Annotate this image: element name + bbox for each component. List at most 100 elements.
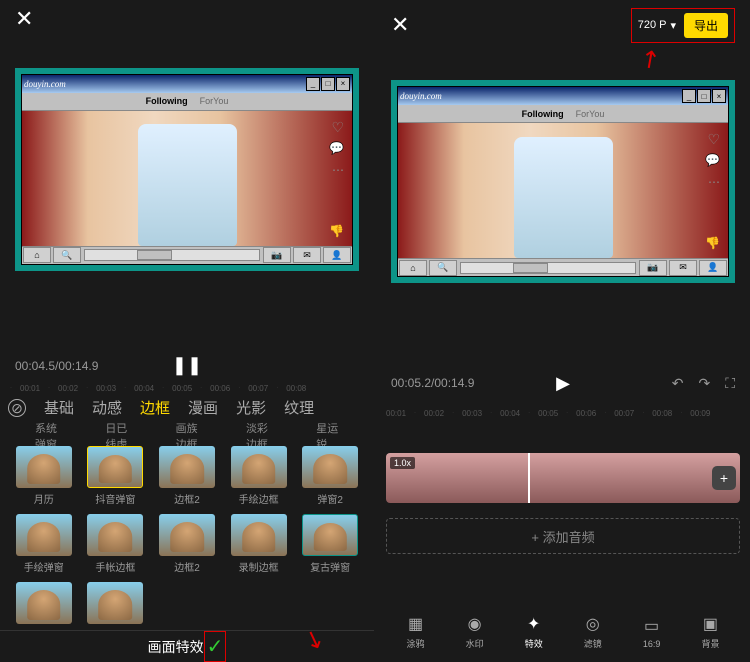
timeline-area: 1.0x + + 添加音频 bbox=[376, 423, 750, 602]
time-display: 00:05.2/00:14.9 bbox=[391, 376, 474, 390]
more-icon: ⋯ bbox=[332, 163, 344, 177]
confirm-button[interactable]: ✓ bbox=[207, 636, 224, 658]
pause-button[interactable]: ❚❚ bbox=[172, 355, 202, 376]
tab-border[interactable]: 边框 bbox=[140, 397, 170, 418]
tab-comic[interactable]: 漫画 bbox=[188, 397, 218, 418]
add-audio-button[interactable]: + 添加音频 bbox=[386, 518, 740, 554]
retro-title: douyin.com bbox=[24, 79, 66, 89]
effect-item[interactable]: 复古弹窗 bbox=[298, 514, 362, 574]
export-button[interactable]: 导出 bbox=[684, 13, 728, 38]
frame-thumb bbox=[583, 453, 622, 503]
frame-thumb bbox=[425, 453, 464, 503]
video-frame: ♡ 💬 ⋯ 👎 bbox=[398, 123, 728, 258]
scribble-icon: ▦ bbox=[408, 614, 423, 634]
frame-thumb bbox=[661, 453, 700, 503]
tab-following: Following bbox=[522, 109, 564, 119]
scroll-thumb bbox=[513, 263, 548, 273]
time-ruler[interactable]: 00:01· 00:02· 00:03· 00:04· 00:05· 00:06… bbox=[376, 403, 750, 423]
more-icon: ⋯ bbox=[708, 175, 720, 189]
effect-item[interactable]: 手绘弹窗 bbox=[12, 514, 76, 574]
droplet-icon: ◉ bbox=[468, 614, 482, 634]
tab-basic[interactable]: 基础 bbox=[44, 397, 74, 418]
tab-foryou: ForYou bbox=[576, 109, 605, 119]
thumbs-icon: 👎 bbox=[705, 236, 720, 250]
effect-item[interactable]: 月历 bbox=[12, 446, 76, 506]
ratio-icon: ▭ bbox=[644, 616, 659, 636]
thumbs-icon: 👎 bbox=[329, 224, 344, 238]
tool-background[interactable]: ▣背景 bbox=[701, 614, 719, 650]
effect-item[interactable] bbox=[12, 582, 76, 624]
fullscreen-button[interactable]: ⛶ bbox=[725, 375, 735, 392]
minimize-icon: _ bbox=[682, 89, 696, 103]
home-icon: ⌂ bbox=[23, 247, 51, 263]
retro-toolbar: ⌂ 🔍 📷 ✉ 👤 bbox=[22, 246, 352, 264]
left-screen: ✕ douyin.com _ □ × Following ForYou ♡ 💬 bbox=[0, 0, 374, 662]
video-preview[interactable]: douyin.com _ □ × Following ForYou ♡ 💬 ⋯ … bbox=[391, 80, 735, 283]
time-ruler[interactable]: ·00:01 ·00:02 ·00:03 ·00:04 ·00:05 ·00:0… bbox=[0, 381, 374, 396]
tab-light[interactable]: 光影 bbox=[236, 397, 266, 418]
annotation-arrow: ↗ bbox=[633, 42, 666, 77]
frame-thumb bbox=[622, 453, 661, 503]
minimize-icon: _ bbox=[306, 77, 320, 91]
filter-icon: ◎ bbox=[586, 614, 600, 634]
sparkle-icon: ✦ bbox=[527, 614, 540, 634]
section-title-bar: 画面特效 ✓ ↘ bbox=[0, 630, 374, 662]
tool-watermark[interactable]: ◉水印 bbox=[466, 614, 484, 650]
effect-item[interactable]: 手帐边框 bbox=[84, 514, 148, 574]
effect-item-selected[interactable]: 抖音弹窗 bbox=[84, 446, 148, 506]
playhead[interactable] bbox=[528, 453, 530, 503]
close-button[interactable]: ✕ bbox=[15, 6, 33, 32]
tab-dynamic[interactable]: 动感 bbox=[92, 397, 122, 418]
tool-effects[interactable]: ✦特效 bbox=[525, 614, 543, 650]
user-icon: 👤 bbox=[699, 260, 727, 276]
video-frame: ♡ 💬 ⋯ 👎 bbox=[22, 111, 352, 246]
retro-scrollbar bbox=[460, 262, 636, 274]
redo-button[interactable]: ↷ bbox=[698, 375, 710, 392]
mail-icon: ✉ bbox=[669, 260, 697, 276]
export-controls: 720 P▾ 导出 bbox=[631, 8, 735, 43]
close-button[interactable]: ✕ bbox=[391, 12, 409, 38]
video-cup bbox=[514, 137, 613, 259]
speed-badge: 1.0x bbox=[390, 457, 415, 469]
mail-icon: ✉ bbox=[293, 247, 321, 263]
window-buttons: _ □ × bbox=[682, 89, 726, 103]
retro-titlebar: douyin.com _ □ × bbox=[398, 87, 728, 105]
tool-bar: ▦涂鸦 ◉水印 ✦特效 ◎滤镜 ▭16:9 ▣背景 bbox=[376, 602, 750, 662]
play-controls: 00:04.5/00:14.9 ❚❚ bbox=[0, 351, 374, 381]
effect-item[interactable] bbox=[84, 582, 148, 624]
retro-tabs: Following ForYou bbox=[398, 105, 728, 123]
scroll-thumb bbox=[137, 250, 172, 260]
camera-icon: 📷 bbox=[263, 247, 291, 263]
search-icon: 🔍 bbox=[53, 247, 81, 263]
play-button[interactable]: ▶ bbox=[556, 373, 570, 394]
heart-icon: ♡ bbox=[331, 119, 344, 136]
add-clip-button[interactable]: + bbox=[712, 466, 736, 490]
chevron-down-icon: ▾ bbox=[670, 19, 676, 32]
retro-toolbar: ⌂ 🔍 📷 ✉ 👤 bbox=[398, 258, 728, 276]
no-effect-icon[interactable]: ⊘ bbox=[8, 399, 26, 417]
frame-thumb bbox=[504, 453, 543, 503]
effect-item[interactable]: 边框2 bbox=[155, 446, 219, 506]
tab-texture[interactable]: 纹理 bbox=[284, 397, 314, 418]
tool-filter[interactable]: ◎滤镜 bbox=[584, 614, 602, 650]
retro-title: douyin.com bbox=[400, 91, 442, 101]
sub-category-labels: 系统弹窗 日已线虚 画族边框 淡彩边框 星运锐 bbox=[0, 420, 374, 440]
retro-tabs: Following ForYou bbox=[22, 93, 352, 111]
effect-item[interactable]: 手绘边框 bbox=[227, 446, 291, 506]
retro-window-frame: douyin.com _ □ × Following ForYou ♡ 💬 ⋯ … bbox=[397, 86, 729, 277]
effect-item[interactable]: 边框2 bbox=[155, 514, 219, 574]
close-icon: × bbox=[712, 89, 726, 103]
undo-button[interactable]: ↶ bbox=[672, 375, 684, 392]
tool-scribble[interactable]: ▦涂鸦 bbox=[407, 614, 425, 650]
right-topbar: ✕ 720 P▾ 导出 ↗ bbox=[376, 0, 750, 50]
close-icon: × bbox=[336, 77, 350, 91]
video-preview[interactable]: douyin.com _ □ × Following ForYou ♡ 💬 ⋯ … bbox=[15, 68, 359, 271]
resolution-button[interactable]: 720 P▾ bbox=[638, 19, 676, 32]
tool-ratio[interactable]: ▭16:9 bbox=[643, 616, 661, 649]
home-icon: ⌂ bbox=[399, 260, 427, 276]
comment-icon: 💬 bbox=[705, 153, 720, 167]
effect-item[interactable]: 弹窗2 bbox=[298, 446, 362, 506]
comment-icon: 💬 bbox=[329, 141, 344, 155]
effect-item[interactable]: 录制边框 bbox=[227, 514, 291, 574]
video-track[interactable]: 1.0x + bbox=[386, 453, 740, 503]
